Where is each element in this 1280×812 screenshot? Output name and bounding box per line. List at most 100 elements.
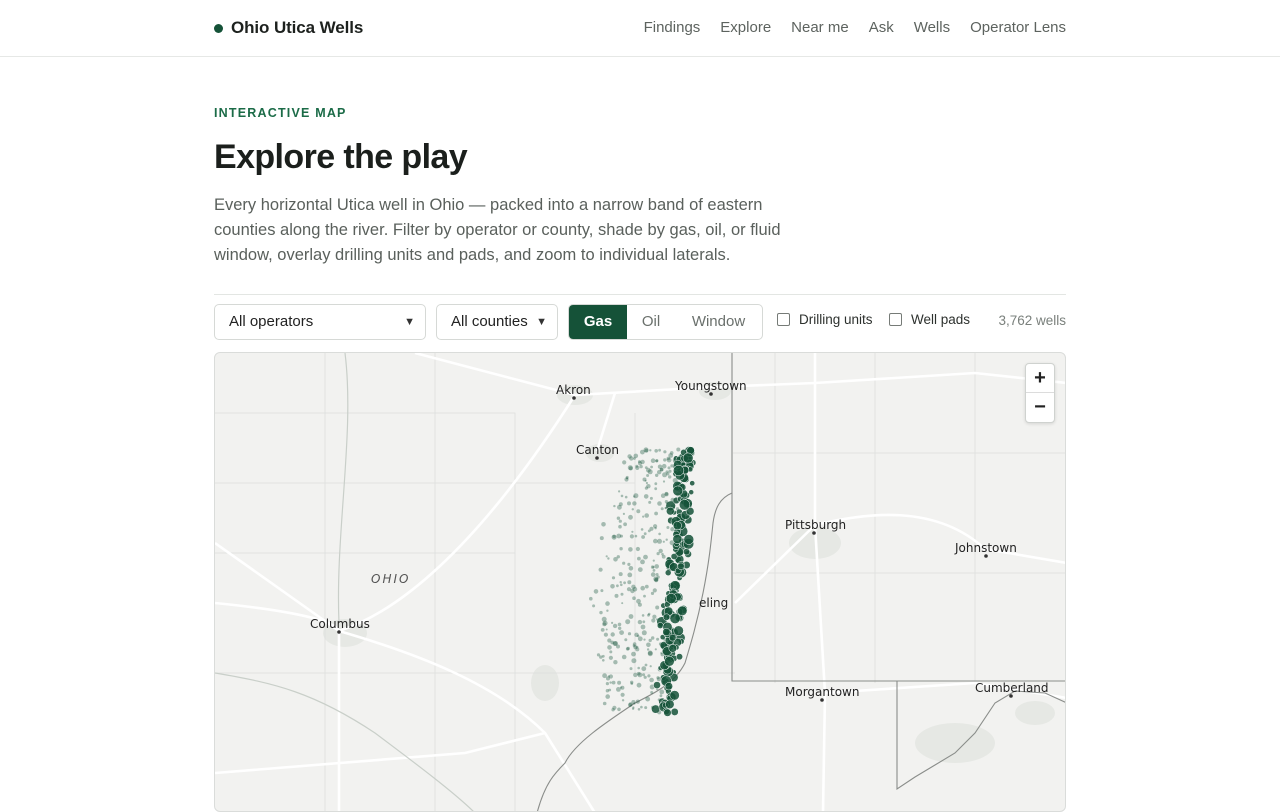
well-pads-checkbox[interactable]	[889, 313, 902, 326]
well-marker[interactable]	[665, 699, 675, 709]
well-marker[interactable]	[608, 688, 612, 692]
well-marker[interactable]	[654, 487, 658, 491]
well-marker[interactable]	[649, 449, 652, 452]
well-marker[interactable]	[600, 589, 604, 593]
well-marker[interactable]	[667, 466, 671, 470]
well-marker[interactable]	[618, 502, 623, 507]
well-marker[interactable]	[663, 708, 672, 717]
well-marker[interactable]	[632, 596, 636, 600]
zoom-out-button[interactable]: −	[1026, 393, 1054, 422]
well-marker[interactable]	[608, 655, 613, 660]
shade-gas-button[interactable]: Gas	[569, 305, 627, 339]
well-marker[interactable]	[654, 482, 658, 486]
well-marker[interactable]	[647, 650, 653, 656]
well-marker[interactable]	[663, 458, 667, 462]
well-marker[interactable]	[637, 636, 643, 642]
well-marker[interactable]	[619, 630, 624, 635]
well-marker[interactable]	[666, 456, 671, 461]
well-marker[interactable]	[627, 572, 633, 578]
well-marker[interactable]	[643, 594, 646, 598]
well-marker[interactable]	[616, 644, 620, 649]
well-marker[interactable]	[657, 464, 663, 469]
well-marker[interactable]	[605, 628, 608, 631]
well-marker[interactable]	[618, 572, 623, 577]
well-marker[interactable]	[668, 475, 672, 479]
well-marker[interactable]	[665, 593, 677, 604]
well-marker[interactable]	[613, 504, 616, 508]
nav-link-wells[interactable]: Wells	[914, 19, 950, 36]
well-marker[interactable]	[650, 465, 653, 469]
well-marker[interactable]	[621, 602, 624, 605]
well-marker[interactable]	[632, 706, 635, 709]
well-marker[interactable]	[637, 556, 641, 561]
well-marker[interactable]	[654, 564, 659, 569]
well-marker[interactable]	[683, 534, 695, 545]
well-marker[interactable]	[629, 534, 634, 539]
well-marker[interactable]	[592, 604, 596, 608]
well-marker[interactable]	[666, 526, 670, 529]
well-marker[interactable]	[662, 540, 665, 543]
well-marker[interactable]	[665, 538, 668, 541]
well-marker[interactable]	[670, 464, 674, 468]
well-marker[interactable]	[650, 565, 655, 569]
well-marker[interactable]	[676, 653, 683, 661]
well-marker[interactable]	[624, 495, 628, 499]
well-marker[interactable]	[618, 519, 622, 523]
well-marker[interactable]	[628, 702, 633, 708]
well-marker[interactable]	[621, 699, 625, 702]
well-marker[interactable]	[619, 581, 622, 584]
well-marker[interactable]	[650, 572, 656, 577]
well-marker[interactable]	[624, 638, 628, 642]
well-marker[interactable]	[598, 567, 603, 572]
well-marker[interactable]	[657, 470, 662, 475]
well-marker[interactable]	[642, 515, 645, 518]
well-marker[interactable]	[636, 682, 642, 688]
well-marker[interactable]	[614, 593, 619, 598]
nav-link-findings[interactable]: Findings	[644, 19, 701, 36]
well-marker[interactable]	[608, 674, 613, 679]
drilling-units-checkbox[interactable]	[777, 313, 790, 326]
well-marker[interactable]	[638, 461, 642, 466]
well-marker[interactable]	[653, 681, 661, 689]
well-marker[interactable]	[672, 478, 678, 483]
well-marker[interactable]	[606, 609, 609, 612]
well-marker[interactable]	[646, 642, 651, 648]
well-marker[interactable]	[643, 532, 647, 536]
well-marker[interactable]	[655, 473, 659, 477]
well-marker[interactable]	[665, 470, 669, 474]
well-marker[interactable]	[635, 464, 639, 468]
well-marker[interactable]	[647, 612, 651, 616]
well-marker[interactable]	[617, 680, 622, 685]
well-marker[interactable]	[632, 501, 637, 506]
well-marker[interactable]	[633, 672, 638, 678]
well-marker[interactable]	[673, 625, 684, 636]
well-marker[interactable]	[677, 605, 688, 616]
well-marker[interactable]	[620, 685, 625, 690]
shade-window-button[interactable]: Window	[675, 305, 762, 339]
well-marker[interactable]	[646, 474, 650, 477]
well-marker[interactable]	[596, 653, 601, 657]
well-marker[interactable]	[640, 705, 643, 709]
well-marker[interactable]	[619, 547, 623, 551]
well-marker[interactable]	[647, 469, 653, 475]
well-marker[interactable]	[610, 640, 615, 645]
well-marker[interactable]	[650, 591, 655, 595]
well-marker[interactable]	[664, 682, 673, 691]
well-marker[interactable]	[601, 522, 606, 527]
well-marker[interactable]	[637, 567, 643, 572]
well-marker[interactable]	[643, 638, 646, 641]
well-marker[interactable]	[630, 682, 634, 685]
well-marker[interactable]	[675, 507, 680, 511]
well-marker[interactable]	[682, 452, 694, 464]
well-marker[interactable]	[640, 449, 645, 455]
well-marker[interactable]	[644, 513, 649, 518]
well-marker[interactable]	[628, 514, 633, 520]
well-marker[interactable]	[661, 554, 666, 559]
well-marker[interactable]	[652, 588, 657, 593]
well-marker[interactable]	[631, 584, 636, 589]
well-map[interactable]: Akron Youngstown Canton Pittsburgh Johns…	[214, 352, 1066, 812]
well-marker[interactable]	[602, 620, 608, 626]
county-select[interactable]: All counties ▼	[436, 304, 558, 340]
well-marker[interactable]	[652, 614, 657, 619]
well-marker[interactable]	[655, 459, 659, 463]
